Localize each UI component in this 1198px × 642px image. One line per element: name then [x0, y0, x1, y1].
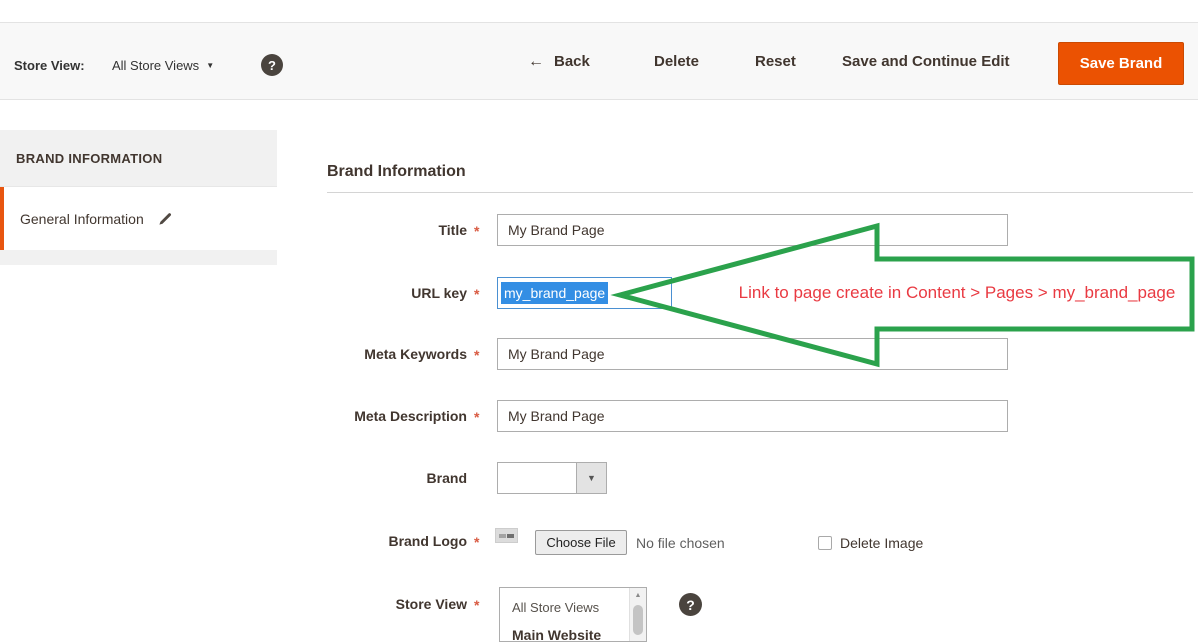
store-view-value: All Store Views [112, 58, 199, 73]
save-brand-button[interactable]: Save Brand [1058, 42, 1184, 85]
selected-text: my_brand_page [501, 282, 608, 304]
form-heading: Brand Information [327, 163, 466, 181]
brand-logo-label: Brand Logo [327, 533, 467, 549]
choose-file-button[interactable]: Choose File [535, 530, 627, 555]
brand-select[interactable]: ▼ [497, 462, 607, 494]
store-view-listbox[interactable]: All Store Views Main Website ▲ [499, 587, 647, 642]
delete-image-label: Delete Image [840, 535, 923, 551]
meta-keywords-label: Meta Keywords [327, 346, 467, 362]
required-mark: * [474, 223, 479, 239]
annotation-text: Link to page create in Content > Pages >… [712, 283, 1198, 303]
meta-description-label: Meta Description [327, 408, 467, 424]
required-mark: * [474, 597, 479, 613]
url-key-input[interactable]: my_brand_page [497, 277, 672, 309]
scrollbar-thumb[interactable] [633, 605, 643, 635]
heading-divider [327, 192, 1193, 193]
sidebar-section-title: BRAND INFORMATION [0, 130, 277, 187]
store-view-field-label: Store View [327, 596, 467, 612]
chevron-down-icon: ▼ [576, 463, 606, 493]
meta-keywords-input[interactable] [497, 338, 1008, 370]
listbox-option[interactable]: All Store Views [512, 600, 599, 615]
required-mark: * [474, 286, 479, 302]
back-arrow-icon: ← [528, 53, 544, 70]
help-icon[interactable]: ? [679, 593, 702, 616]
meta-description-input[interactable] [497, 400, 1008, 432]
back-button[interactable]: ←Back [528, 53, 590, 71]
sidebar-item-general-information[interactable]: General Information [0, 187, 277, 250]
reset-button[interactable]: Reset [755, 53, 796, 70]
page-header: Store View: All Store Views ▼ ? ←Back Del… [0, 22, 1198, 100]
delete-image-checkbox[interactable] [818, 536, 832, 550]
required-mark: * [474, 409, 479, 425]
delete-button[interactable]: Delete [654, 53, 699, 70]
edit-pencil-icon [158, 211, 173, 226]
title-input[interactable] [497, 214, 1008, 246]
store-view-switcher[interactable]: All Store Views ▼ [112, 58, 214, 73]
url-key-label: URL key [327, 285, 467, 301]
title-label: Title [327, 222, 467, 238]
brand-label: Brand [327, 470, 467, 486]
store-view-label: Store View: [14, 58, 85, 73]
file-status-text: No file chosen [636, 535, 725, 551]
brand-logo-thumbnail [495, 528, 518, 543]
help-icon[interactable]: ? [261, 54, 283, 76]
listbox-option[interactable]: Main Website [512, 627, 601, 642]
chevron-down-icon: ▼ [206, 61, 214, 70]
save-and-continue-button[interactable]: Save and Continue Edit [842, 53, 1010, 70]
scroll-up-icon[interactable]: ▲ [630, 588, 646, 603]
required-mark: * [474, 347, 479, 363]
required-mark: * [474, 534, 479, 550]
listbox-scrollbar[interactable]: ▲ [629, 588, 646, 641]
sidebar-item-label: General Information [20, 211, 144, 227]
sidebar-filler [0, 250, 277, 265]
